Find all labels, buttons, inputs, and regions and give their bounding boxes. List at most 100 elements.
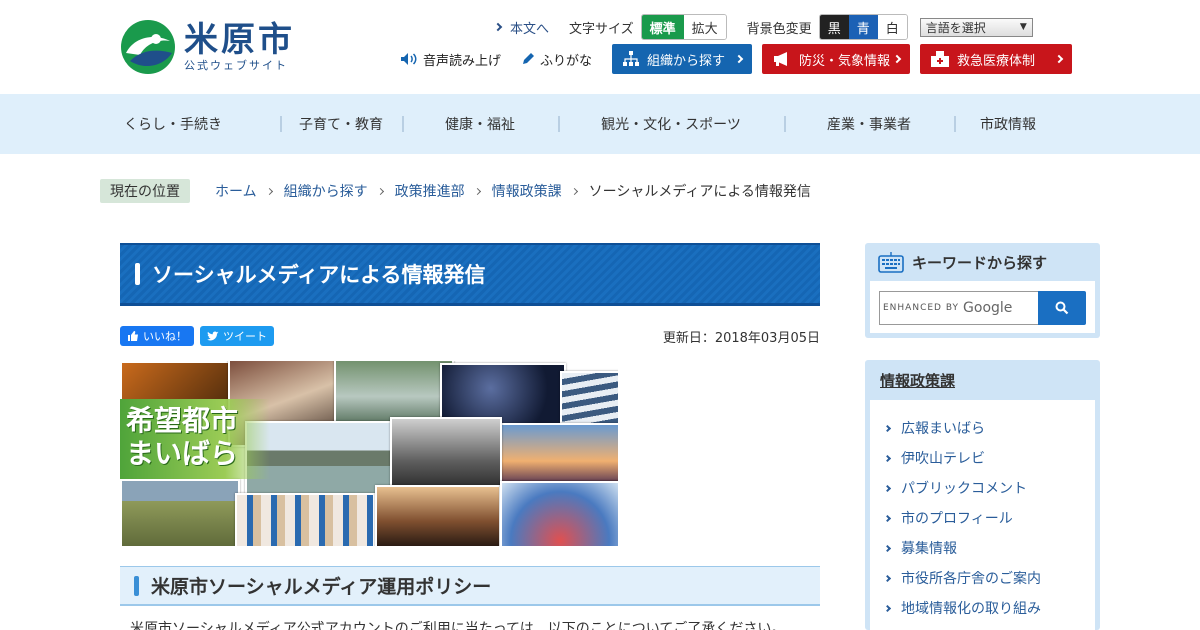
thumbs-up-icon <box>128 331 138 341</box>
skip-link-label: 本文へ <box>510 21 550 37</box>
dept-link-ibukiyama-tv[interactable]: 伊吹山テレビ <box>870 443 1095 473</box>
chevron-right-icon <box>883 484 892 492</box>
city-photo-banner: 希望都市 まいばら <box>120 361 618 546</box>
chevron-right-icon <box>883 544 892 552</box>
tweet-button[interactable]: ツイート <box>200 326 274 346</box>
chevron-right-icon <box>1054 54 1064 64</box>
dept-link-city-profile[interactable]: 市のプロフィール <box>870 503 1095 533</box>
font-standard-button[interactable]: 標準 <box>641 15 684 39</box>
logo-subtitle: 公式ウェブサイト <box>184 59 288 72</box>
speaker-icon <box>401 53 417 65</box>
chevron-right-icon <box>892 54 902 64</box>
chevron-right-icon <box>883 574 892 582</box>
utility-row-bottom: 音声読み上げ ふりがな 組織から探す 防災・気象情報 救急医療体制 <box>400 44 1073 74</box>
photo-shinkansen <box>390 417 502 491</box>
font-large-button[interactable]: 拡大 <box>683 15 726 39</box>
heading-accent-bar <box>134 575 139 596</box>
dept-link-label: 地域情報化の取り組み <box>901 601 1041 617</box>
city-emblem-icon <box>121 20 175 74</box>
skip-to-content-link[interactable]: 本文へ <box>493 18 550 37</box>
dept-link-label: 市のプロフィール <box>901 511 1013 527</box>
nav-item-childcare[interactable]: 子育て・教育 <box>280 94 402 154</box>
keyword-search-title: キーワードから探す <box>912 253 1048 272</box>
bg-blue-button[interactable]: 青 <box>848 15 878 39</box>
furigana-link[interactable]: ふりがな <box>521 50 592 69</box>
utility-row-top: 本文へ 文字サイズ 標準 拡大 背景色変更 黒 青 白 言語を選択 ▼ <box>493 14 1033 40</box>
pencil-icon <box>523 53 535 64</box>
dept-link-recruitment[interactable]: 募集情報 <box>870 533 1095 563</box>
chevron-right-icon <box>883 424 892 432</box>
breadcrumb-policy-dept[interactable]: 政策推進部 <box>395 181 465 201</box>
dept-link-city-offices[interactable]: 市役所各庁舎のご案内 <box>870 563 1095 593</box>
chevron-right-icon <box>473 187 481 195</box>
search-icon <box>1055 301 1069 315</box>
title-accent-bar <box>135 263 140 285</box>
page-title: ソーシャルメディアによる情報発信 <box>152 263 486 287</box>
breadcrumb-home[interactable]: ホーム <box>215 181 257 201</box>
search-button[interactable] <box>1038 291 1086 325</box>
like-label: いいね！ <box>143 330 187 343</box>
photo-marathon <box>500 481 618 546</box>
keyword-search-form: ENHANCED BY Google <box>870 281 1095 333</box>
photo-waves <box>560 371 618 429</box>
font-size-label: 文字サイズ <box>569 21 634 37</box>
section-heading: 米原市ソーシャルメディア運用ポリシー <box>120 566 820 606</box>
dept-link-koho[interactable]: 広報まいばら <box>870 413 1095 443</box>
dept-link-public-comment[interactable]: パブリックコメント <box>870 473 1095 503</box>
emergency-medical-label: 救急医療体制 <box>957 53 1036 69</box>
photo-hills <box>120 479 240 546</box>
dept-link-label: 広報まいばら <box>901 421 985 437</box>
org-search-label: 組織から探す <box>647 53 726 69</box>
keyboard-icon <box>878 252 904 273</box>
logo-name: 米原市 <box>184 20 295 60</box>
nav-item-industry[interactable]: 産業・事業者 <box>784 94 954 154</box>
disaster-info-button[interactable]: 防災・気象情報 <box>762 44 911 74</box>
banner-slogan: 希望都市 まいばら <box>120 399 270 479</box>
keyword-search-box: キーワードから探す ENHANCED BY Google <box>865 243 1100 338</box>
breadcrumb-org-search[interactable]: 組織から探す <box>284 181 368 201</box>
bg-white-button[interactable]: 白 <box>877 15 907 39</box>
dept-link-regional-it[interactable]: 地域情報化の取り組み <box>870 593 1095 623</box>
photo-night <box>440 363 566 425</box>
dropdown-arrow-icon: ▼ <box>1019 22 1027 32</box>
org-search-button[interactable]: 組織から探す <box>612 44 753 74</box>
site-header: 米原市 公式ウェブサイト 本文へ 文字サイズ 標準 拡大 背景色変更 黒 青 白… <box>0 0 1200 94</box>
chevron-right-icon <box>883 514 892 522</box>
dept-link-label: 市役所各庁舎のご案内 <box>901 571 1041 587</box>
page-title-banner: ソーシャルメディアによる情報発信 <box>120 243 820 306</box>
emergency-medical-button[interactable]: 救急医療体制 <box>920 44 1073 74</box>
dept-link-label: 伊吹山テレビ <box>901 451 985 467</box>
language-select[interactable]: 言語を選択 ▼ <box>919 17 1033 37</box>
nav-item-city-info[interactable]: 市政情報 <box>954 94 1062 154</box>
org-chart-icon <box>623 51 640 66</box>
breadcrumb: 現在の位置 ホーム 組織から探す 政策推進部 情報政策課 ソーシャルメディアによ… <box>100 179 811 203</box>
breadcrumb-current: ソーシャルメディアによる情報発信 <box>588 184 811 200</box>
hospital-icon <box>931 51 950 67</box>
chevron-right-icon <box>734 54 744 64</box>
twitter-bird-icon <box>207 330 219 340</box>
nav-item-living[interactable]: くらし・手続き <box>120 94 280 154</box>
dept-menu-title[interactable]: 情報政策課 <box>865 360 1100 400</box>
breadcrumb-info-policy[interactable]: 情報政策課 <box>492 181 562 201</box>
facebook-like-button[interactable]: いいね！ <box>120 326 194 346</box>
dept-menu-box: 情報政策課 広報まいばら 伊吹山テレビ パブリックコメント 市のプロフィール 募… <box>865 360 1100 630</box>
nav-item-tourism[interactable]: 観光・文化・スポーツ <box>558 94 784 154</box>
keyword-search-input[interactable]: ENHANCED BY Google <box>879 291 1039 325</box>
dept-link-label: パブリックコメント <box>901 481 1027 497</box>
policy-intro-text: 米原市ソーシャルメディア公式アカウントのご利用に当たっては、以下のことについてご… <box>130 621 786 630</box>
breadcrumb-label: 現在の位置 <box>100 179 190 203</box>
bg-color-label: 背景色変更 <box>746 21 812 37</box>
photo-sunset-lake <box>500 423 618 487</box>
site-logo[interactable]: 米原市 公式ウェブサイト <box>120 18 310 76</box>
read-aloud-link[interactable]: 音声読み上げ <box>400 50 501 69</box>
tweet-label: ツイート <box>223 330 267 343</box>
search-google-label: Google <box>963 300 1013 316</box>
dept-link-label: 募集情報 <box>901 541 957 557</box>
bg-color-switcher: 黒 青 白 <box>818 14 908 40</box>
chevron-right-icon <box>376 187 384 195</box>
furigana-label: ふりがな <box>540 53 593 69</box>
chevron-right-icon <box>570 187 578 195</box>
nav-item-health[interactable]: 健康・福祉 <box>402 94 558 154</box>
bg-black-button[interactable]: 黒 <box>819 15 849 39</box>
photo-dancers <box>235 493 375 546</box>
